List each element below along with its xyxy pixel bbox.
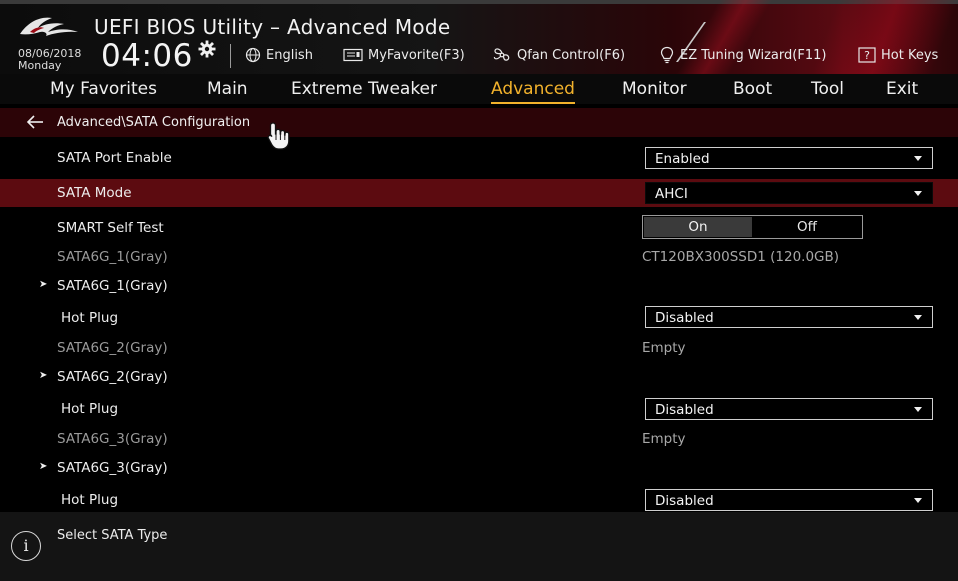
qfan-control-label: Qfan Control(F6) xyxy=(517,47,626,63)
chevron-down-icon xyxy=(914,498,922,503)
setting-row-hot-plug-2[interactable]: Hot Plug Disabled xyxy=(0,395,958,423)
fan-icon xyxy=(493,48,510,61)
port-info-value: CT120BX300SSD1 (120.0GB) xyxy=(642,249,840,265)
rog-logo-icon xyxy=(20,17,78,36)
language-label: English xyxy=(266,47,313,63)
question-icon: ? xyxy=(858,47,876,63)
tab-tool[interactable]: Tool xyxy=(811,79,844,99)
sata-mode-select[interactable]: AHCI xyxy=(645,182,933,204)
help-text: Select SATA Type xyxy=(57,528,168,543)
myfavorite-button[interactable]: MyFavorite(F3) xyxy=(343,46,465,64)
port-info-label: SATA6G_2(Gray) xyxy=(57,340,168,356)
select-value: Disabled xyxy=(655,493,714,509)
setting-row-smart-self-test[interactable]: SMART Self Test On Off xyxy=(0,214,958,242)
hot-plug-2-select[interactable]: Disabled xyxy=(645,398,933,420)
info-icon: i xyxy=(11,531,41,561)
svg-text:?: ? xyxy=(864,49,870,62)
select-value: Disabled xyxy=(655,402,714,418)
sata-port-enable-select[interactable]: Enabled xyxy=(645,147,933,169)
hot-plug-3-select[interactable]: Disabled xyxy=(645,489,933,511)
smart-self-test-toggle[interactable]: On Off xyxy=(642,215,863,239)
setting-row-sata-port-enable[interactable]: SATA Port Enable Enabled xyxy=(0,144,958,172)
tab-extreme-tweaker[interactable]: Extreme Tweaker xyxy=(291,79,437,99)
setting-label: SATA Port Enable xyxy=(57,150,172,166)
tab-exit[interactable]: Exit xyxy=(886,79,918,99)
setting-label: Hot Plug xyxy=(61,492,119,508)
setting-label: SATA Mode xyxy=(57,185,132,201)
port-info-value: Empty xyxy=(642,431,686,447)
chevron-down-icon xyxy=(914,407,922,412)
port-info-value: Empty xyxy=(642,340,686,356)
ez-tuning-wizard-label: EZ Tuning Wizard(F11) xyxy=(680,47,827,63)
toggle-on-option[interactable]: On xyxy=(644,217,752,237)
tab-my-favorites[interactable]: My Favorites xyxy=(50,79,157,99)
port-info-label: SATA6G_1(Gray) xyxy=(57,249,168,265)
myfavorite-label: MyFavorite(F3) xyxy=(368,47,465,63)
setting-row-sata-mode[interactable]: SATA Mode AHCI xyxy=(0,179,958,207)
submenu-label: SATA6G_1(Gray) xyxy=(57,278,168,294)
submenu-label: SATA6G_3(Gray) xyxy=(57,460,168,476)
main-tabs: My Favorites Main Extreme Tweaker Advanc… xyxy=(0,74,958,104)
chevron-down-icon xyxy=(914,156,922,161)
tab-main[interactable]: Main xyxy=(207,79,248,99)
chevron-down-icon xyxy=(914,315,922,320)
tab-boot[interactable]: Boot xyxy=(733,79,772,99)
day-text: Monday xyxy=(18,59,62,72)
setting-row-hot-plug-3[interactable]: Hot Plug Disabled xyxy=(0,486,958,514)
clock-display: 04:06 xyxy=(101,38,193,74)
date-display: 08/06/2018 Monday xyxy=(18,48,81,72)
hot-keys-button[interactable]: ? Hot Keys xyxy=(858,46,938,64)
setting-label: Hot Plug xyxy=(61,310,119,326)
submenu-row-sata6g-1[interactable]: ➤ SATA6G_1(Gray) xyxy=(0,272,958,300)
help-bar: i Select SATA Type xyxy=(0,512,958,581)
submenu-arrow-icon: ➤ xyxy=(39,279,48,290)
info-row-sata6g-1: SATA6G_1(Gray) CT120BX300SSD1 (120.0GB) xyxy=(0,243,958,271)
breadcrumb: Advanced\SATA Configuration xyxy=(0,108,958,137)
info-row-sata6g-3: SATA6G_3(Gray) Empty xyxy=(0,425,958,453)
submenu-row-sata6g-2[interactable]: ➤ SATA6G_2(Gray) xyxy=(0,363,958,391)
submenu-arrow-icon: ➤ xyxy=(39,461,48,472)
setting-row-hot-plug-1[interactable]: Hot Plug Disabled xyxy=(0,304,958,332)
submenu-row-sata6g-3[interactable]: ➤ SATA6G_3(Gray) xyxy=(0,454,958,482)
chevron-down-icon xyxy=(914,191,922,196)
submenu-label: SATA6G_2(Gray) xyxy=(57,369,168,385)
header-bar: UEFI BIOS Utility – Advanced Mode 08/06/… xyxy=(0,0,958,74)
tab-advanced[interactable]: Advanced xyxy=(491,79,575,104)
setting-label: SMART Self Test xyxy=(57,220,164,236)
app-title: UEFI BIOS Utility – Advanced Mode xyxy=(94,15,451,39)
globe-icon xyxy=(245,47,261,63)
favorite-icon xyxy=(343,48,363,62)
ez-tuning-wizard-button[interactable]: EZ Tuning Wizard(F11) xyxy=(659,46,826,64)
select-value: Disabled xyxy=(655,310,714,326)
hot-plug-1-select[interactable]: Disabled xyxy=(645,306,933,328)
port-info-label: SATA6G_3(Gray) xyxy=(57,431,168,447)
hot-keys-label: Hot Keys xyxy=(881,47,939,63)
info-row-sata6g-2: SATA6G_2(Gray) Empty xyxy=(0,334,958,362)
qfan-control-button[interactable]: Qfan Control(F6) xyxy=(492,46,625,64)
back-arrow-icon[interactable] xyxy=(26,114,44,133)
breadcrumb-path[interactable]: Advanced\SATA Configuration xyxy=(57,115,250,130)
select-value: AHCI xyxy=(655,186,688,202)
bulb-icon xyxy=(660,46,674,64)
tab-monitor[interactable]: Monitor xyxy=(622,79,687,99)
toggle-off-option[interactable]: Off xyxy=(753,217,861,237)
setting-label: Hot Plug xyxy=(61,401,119,417)
gear-icon[interactable] xyxy=(198,40,216,58)
language-button[interactable]: English xyxy=(245,46,313,64)
submenu-arrow-icon: ➤ xyxy=(39,370,48,381)
select-value: Enabled xyxy=(655,151,710,167)
header-divider xyxy=(230,44,231,68)
hand-cursor-icon xyxy=(267,122,290,150)
